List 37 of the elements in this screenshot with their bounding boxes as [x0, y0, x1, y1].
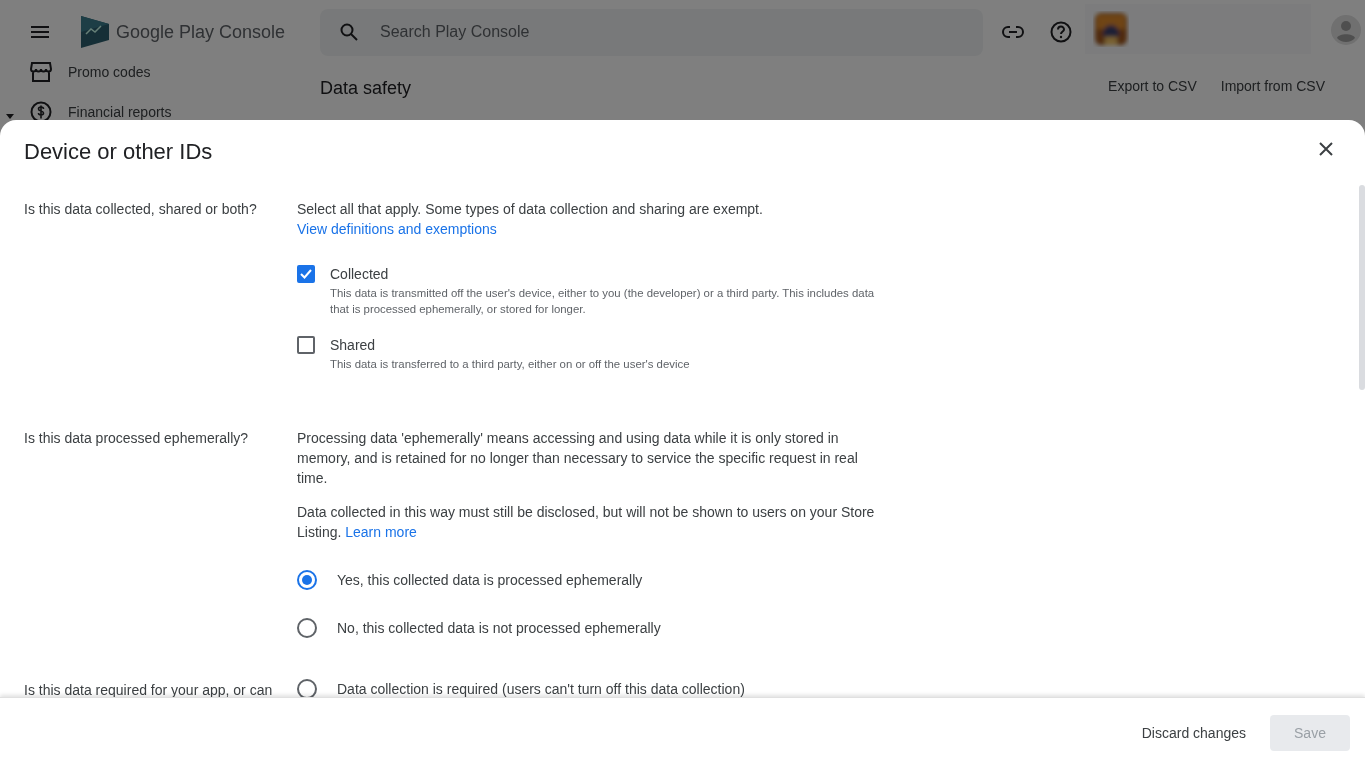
definitions-link[interactable]: View definitions and exemptions — [297, 219, 877, 239]
paragraph: Select all that apply. Some types of data collection and sharing are exempt. — [297, 200, 764, 219]
search-field[interactable]: Search Play Console — [320, 8, 983, 56]
scrollbar-thumb[interactable] — [1359, 185, 1365, 390]
header-action-link[interactable]: Export to CSV — [1108, 78, 1197, 94]
link-icon[interactable] — [1002, 26, 1024, 38]
dialog-title: Device or other IDs — [24, 138, 214, 166]
question-label: Is this data processed ephemerally? — [24, 430, 249, 446]
question-label: Is this data required for your app, or can — [24, 682, 273, 697]
radio-label: Yes, this collected data is processed ephemerally — [337, 571, 643, 590]
radio-label: Data collection is required (users can't turn off this data collection) — [337, 680, 745, 697]
dollar-icon — [30, 101, 52, 123]
radio-label: No, this collected data is not processed ephemerally — [337, 619, 661, 638]
discard-button[interactable]: Discard changes — [1133, 714, 1254, 751]
play-logo-icon — [80, 16, 110, 48]
store-icon — [30, 62, 52, 82]
help-icon[interactable] — [1050, 21, 1072, 43]
page-title: Data safety — [320, 78, 413, 99]
search-input[interactable]: Search Play Console — [378, 22, 922, 42]
checkbox[interactable] — [297, 336, 315, 354]
search-icon — [340, 23, 358, 41]
checkbox-label: Collected — [330, 265, 390, 284]
header-action-link[interactable]: Import from CSV — [1220, 78, 1325, 94]
nav-item[interactable]: Promo codes — [0, 52, 320, 92]
product-name: Google Play Console — [116, 21, 286, 43]
option-description: This data is transferred to a third party, either on or off the user's device — [330, 357, 690, 372]
checkbox[interactable] — [297, 265, 315, 283]
option-description: This data is transmitted off the user's device, either to you (the developer) or a third party. This includes data that is processed ephemerally, or stored for longer. — [330, 286, 876, 317]
radio-button[interactable] — [297, 570, 317, 590]
paragraph: Data collected in this way must still be disclosed, but will not be shown to users on your Store Listing. Learn more — [297, 503, 876, 542]
learn-more-link[interactable]: Learn more — [345, 524, 417, 540]
paragraph: Processing data 'ephemerally' means accessing and using data while it is only stored in memory, and is retained for no longer than necessary to service the specific request in real time. — [297, 429, 859, 488]
menu-icon[interactable] — [31, 26, 49, 38]
question-label: Is this data collected, shared or both? — [24, 201, 257, 217]
checkbox-label: Shared — [330, 336, 377, 355]
close-icon — [1319, 141, 1333, 156]
radio-button[interactable] — [297, 618, 317, 638]
